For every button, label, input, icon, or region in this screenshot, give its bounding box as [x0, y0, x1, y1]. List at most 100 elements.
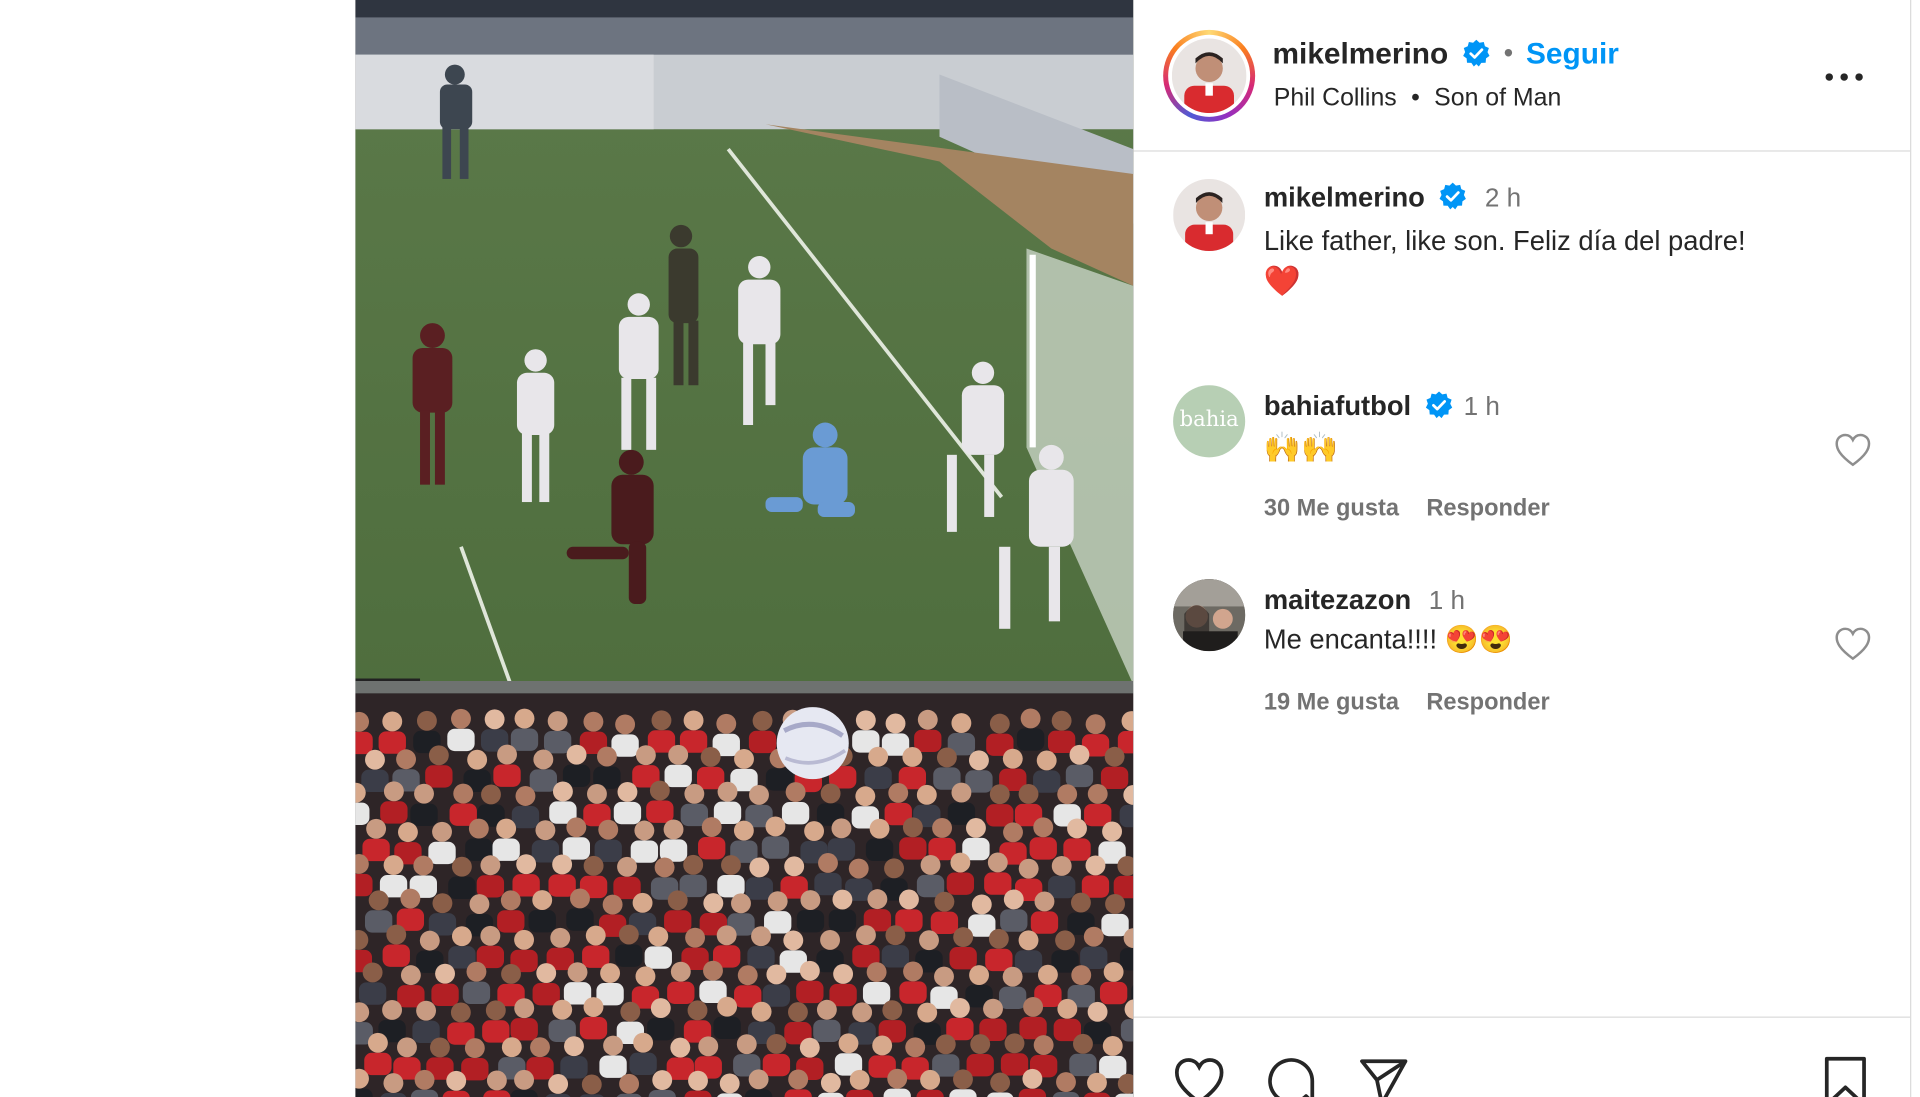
crowd-figure-head [632, 892, 653, 913]
caption-time[interactable]: 2 h [1485, 184, 1521, 213]
crowd-figure-head [413, 855, 434, 876]
comment-likes[interactable]: 30 Me gusta [1264, 496, 1399, 522]
crowd-figure-body [1101, 913, 1129, 937]
crowd-figure-head [799, 1037, 820, 1058]
heart-icon[interactable] [1834, 626, 1871, 661]
crowd-figure-head [1004, 1033, 1025, 1054]
share-icon[interactable] [1357, 1055, 1409, 1097]
crowd-figure-head [898, 889, 919, 910]
comment-time[interactable]: 1 h [1464, 393, 1500, 422]
comment-icon[interactable] [1265, 1055, 1317, 1097]
crowd-figure-body [899, 837, 927, 860]
crowd-figure-body [1029, 837, 1057, 860]
crowd-figure-head [971, 894, 992, 915]
audio-track[interactable]: Son of Man [1434, 85, 1561, 112]
crowd-figure-body [528, 909, 556, 933]
comment-likes[interactable]: 19 Me gusta [1264, 690, 1399, 716]
audio-attribution[interactable]: Phil Collins • Son of Man [1274, 85, 1562, 114]
crowd-figure-head [496, 818, 517, 839]
author-username[interactable]: mikelmerino [1273, 37, 1492, 72]
crowd-figure-head [766, 1033, 787, 1054]
crowd-figure-head [882, 1000, 903, 1021]
crowd-figure-head [603, 1035, 624, 1056]
crowd-figure-head [536, 963, 557, 983]
crowd-figure-body [529, 769, 558, 792]
crowd-figure-body [984, 872, 1012, 895]
crowd-figure-body [358, 982, 387, 1005]
video-divider [355, 680, 1134, 694]
crowd-figure-body [428, 841, 456, 865]
crowd-figure-head [620, 1001, 641, 1022]
heart-icon[interactable] [1173, 1055, 1225, 1097]
crowd-figure-head [685, 927, 706, 948]
crowd-figure-body [684, 1090, 712, 1097]
crowd-figure-head [1087, 783, 1108, 804]
crowd-figure-body [865, 838, 894, 862]
crowd-figure-body [781, 802, 810, 825]
crowd-figure-head [934, 891, 955, 912]
crowd-figure-head [383, 855, 404, 876]
more-options-icon[interactable] [1823, 65, 1865, 90]
crowd-figure-head [485, 1000, 506, 1021]
comment-avatar[interactable]: bahia [1173, 385, 1246, 458]
crowd-figure-head [585, 925, 606, 946]
crowd-figure-body [1016, 728, 1045, 751]
crowd-figure-head [514, 998, 535, 1019]
reply-button[interactable]: Responder [1426, 690, 1549, 716]
crowd-figure-head [799, 960, 820, 981]
audio-artist[interactable]: Phil Collins [1274, 85, 1397, 112]
crowd-figure-head [721, 855, 741, 875]
caption-avatar[interactable] [1173, 178, 1246, 252]
crowd-figure-head [583, 711, 604, 732]
author-story-ring[interactable] [1163, 29, 1256, 122]
comment-text: Me encanta!!!! 😍😍 [1263, 623, 1513, 655]
crowd-figure-head [469, 894, 490, 914]
crowd-figure-head [917, 709, 938, 730]
comment-avatar[interactable] [1173, 579, 1246, 652]
comment-username[interactable]: bahiafutbol 1 h [1264, 390, 1500, 422]
crowd-figure-head [717, 996, 738, 1017]
comment-meta: 30 Me gusta Responder [1264, 496, 1550, 523]
crowd-figure-head [635, 745, 656, 766]
crowd-figure-head [386, 924, 407, 945]
crowd-figure-head [734, 748, 754, 769]
crowd-figure-head [670, 1037, 691, 1058]
crowd-figure-head [787, 1002, 808, 1023]
avatar-image [1173, 178, 1246, 252]
caption-username-text[interactable]: mikelmerino [1264, 181, 1425, 212]
crowd-figure-head [856, 925, 876, 945]
caption-username[interactable]: mikelmerino 2 h [1264, 181, 1521, 213]
crowd-figure-head [368, 890, 389, 911]
follow-button[interactable]: Seguir [1526, 37, 1619, 72]
author-username-text[interactable]: mikelmerino [1273, 37, 1449, 71]
crowd-figure-head [752, 710, 773, 731]
crowd-figure-head [453, 783, 474, 804]
post-media[interactable] [355, 0, 1134, 1097]
crowd-figure-body [364, 1052, 392, 1076]
video-clip-stadium-crowd [355, 693, 1134, 1097]
bookmark-icon[interactable] [1819, 1055, 1871, 1097]
crowd-figure-body [447, 728, 475, 752]
crowd-figure-body [613, 801, 642, 825]
crowd-figure-body [646, 800, 674, 823]
author-avatar[interactable] [1171, 38, 1247, 114]
heart-icon[interactable] [1834, 432, 1871, 467]
comment-username-text[interactable]: bahiafutbol [1264, 390, 1411, 421]
crowd-figure-head [486, 1070, 507, 1091]
crowd-figure-head [717, 781, 738, 802]
crowd-figure-body [761, 836, 790, 859]
crowd-figure-body [1000, 1053, 1029, 1076]
crowd-figure-head [668, 744, 689, 765]
comment-time[interactable]: 1 h [1429, 587, 1465, 616]
crowd-figure-head [635, 966, 656, 987]
crowd-figure-head [703, 960, 723, 981]
crowd-figure-body [998, 986, 1027, 1009]
reply-button[interactable]: Responder [1426, 496, 1549, 522]
crowd-figure-head [397, 1037, 417, 1058]
crowd-figure-head [649, 780, 670, 801]
comment-username[interactable]: maitezazon 1 h [1264, 584, 1465, 616]
crowd-figure-head [446, 1070, 467, 1091]
crowd-figure-head [766, 964, 787, 985]
comment-username-text[interactable]: maitezazon [1264, 584, 1411, 615]
crowd-figure-head [983, 998, 1003, 1019]
